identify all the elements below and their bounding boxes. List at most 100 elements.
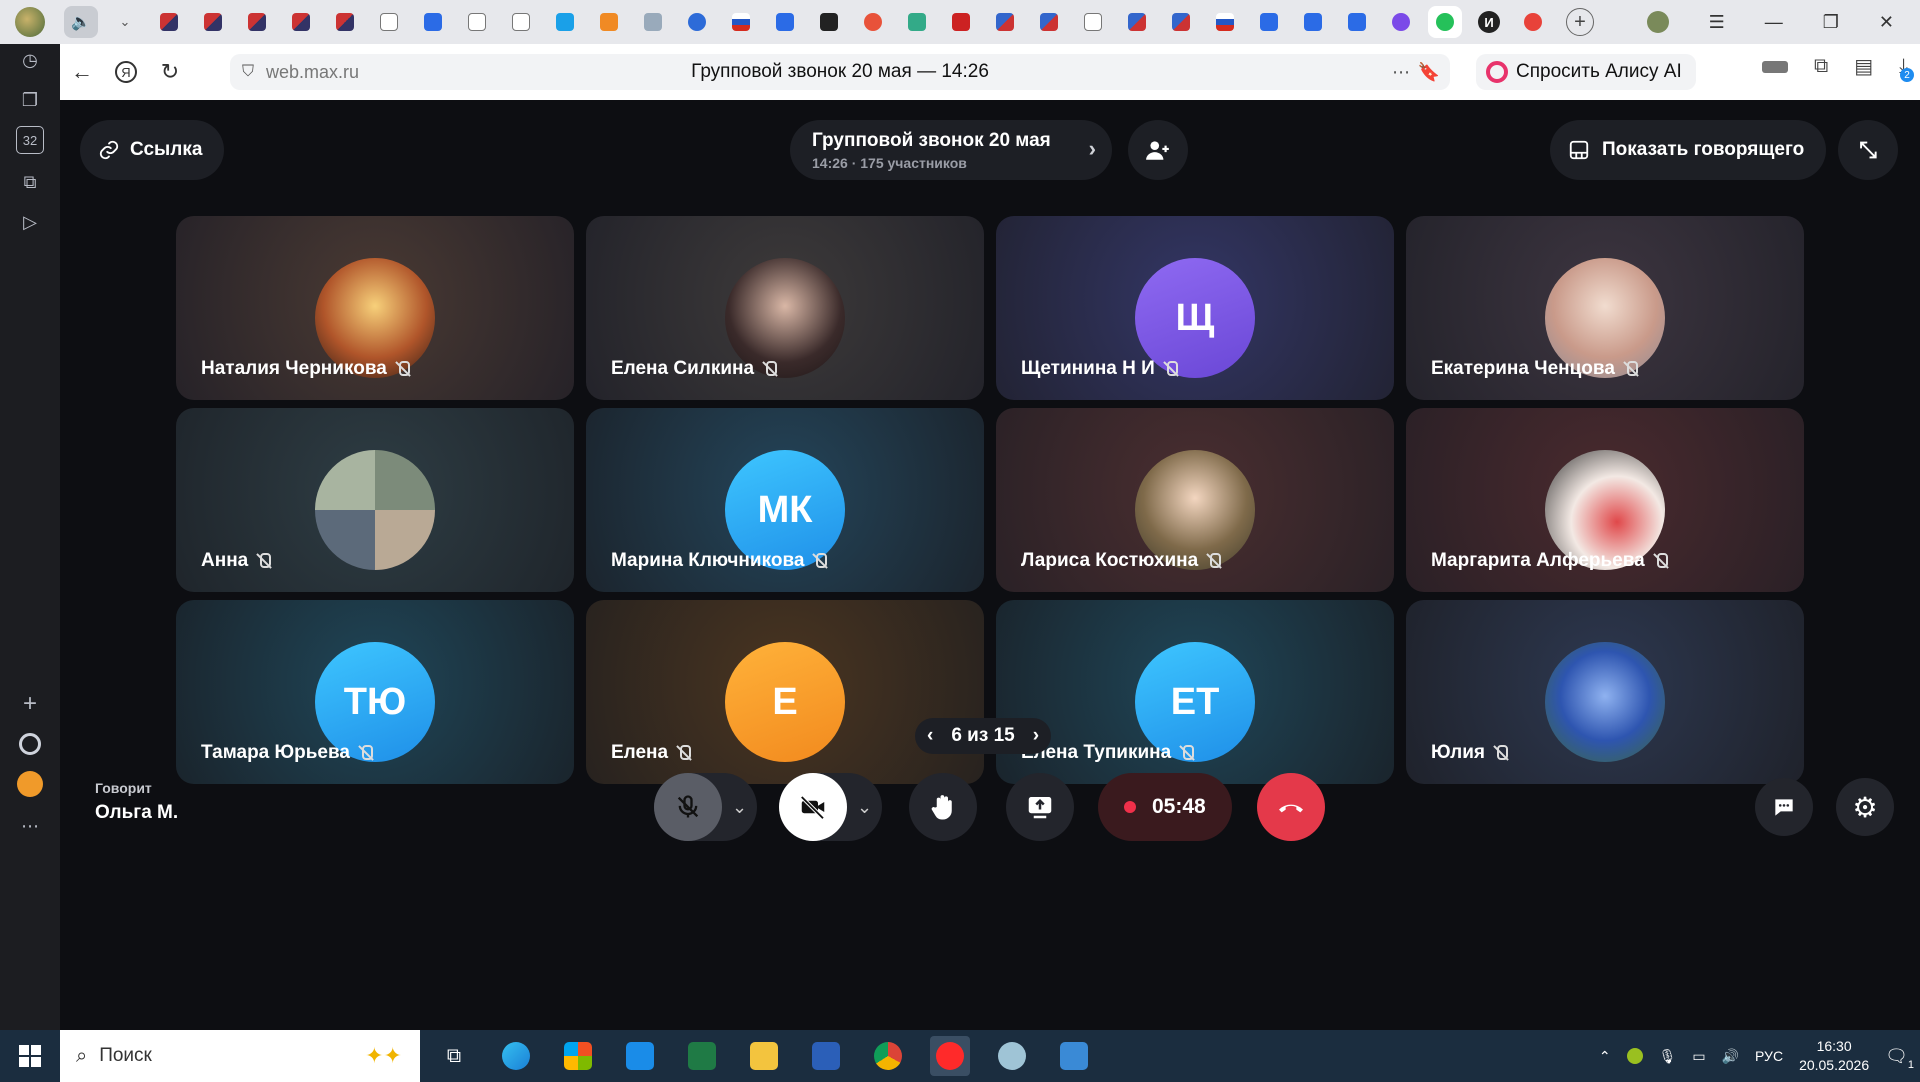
next-page-icon[interactable]: ›	[1033, 725, 1039, 747]
tab-item[interactable]	[152, 6, 186, 38]
participant-tile[interactable]: Анна	[176, 408, 574, 592]
restore-icon[interactable]: ❐	[1823, 12, 1839, 33]
participant-tile[interactable]: Щ Щетинина Н И	[996, 216, 1394, 400]
mail-icon[interactable]	[620, 1036, 660, 1076]
show-speaker-button[interactable]: Показать говорящего	[1550, 120, 1827, 180]
url-field[interactable]: ⛉ web.max.ru Групповой звонок 20 мая — 1…	[230, 54, 1450, 90]
tab-sound-icon[interactable]: 🔈	[64, 6, 98, 38]
edge-icon[interactable]	[496, 1036, 536, 1076]
tab-item[interactable]	[328, 6, 362, 38]
microphone-tray-icon[interactable]: 🎙	[1659, 1048, 1677, 1065]
call-info-button[interactable]: Групповой звонок 20 мая 14:26 · 175 учас…	[790, 120, 1112, 180]
participant-tile[interactable]: Екатерина Ченцова	[1406, 216, 1804, 400]
tab-item[interactable]	[1208, 6, 1242, 38]
more-icon[interactable]: ⋯	[16, 812, 44, 840]
extensions-icon[interactable]: ⧉	[1814, 55, 1828, 78]
participant-tile[interactable]: МК Марина Ключникова	[586, 408, 984, 592]
back-button[interactable]: ←	[60, 50, 104, 94]
tab-dropdown-icon[interactable]: ⌄	[108, 6, 142, 38]
camera-options-chevron-icon[interactable]: ⌄	[857, 797, 872, 818]
tab-item[interactable]	[812, 6, 846, 38]
tab-item[interactable]	[900, 6, 934, 38]
notifications-icon[interactable]: 🗨 1	[1885, 1046, 1914, 1071]
participant-tile[interactable]: Наталия Черникова	[176, 216, 574, 400]
menu-icon[interactable]: ☰	[1709, 12, 1725, 33]
vpn-icon[interactable]	[1761, 60, 1788, 73]
raise-hand-button[interactable]	[909, 773, 977, 841]
paint-icon[interactable]	[992, 1036, 1032, 1076]
clock[interactable]: 16:30 20.05.2026	[1799, 1037, 1869, 1075]
tab-item[interactable]	[284, 6, 318, 38]
taskbar-search[interactable]: ⌕ Поиск ✦✦	[60, 1030, 420, 1082]
minimize-call-button[interactable]: ⤡	[1838, 120, 1898, 180]
downloads-icon[interactable]: ⤓ 2	[1899, 55, 1914, 82]
ask-alice-button[interactable]: Спросить Алису AI	[1476, 54, 1696, 90]
recording-timer[interactable]: 05:48	[1098, 773, 1232, 841]
tab-item[interactable]	[1296, 6, 1330, 38]
new-tab-button[interactable]: +	[1566, 8, 1594, 36]
participant-tile[interactable]: ЕТ Елена Тупикина	[996, 600, 1394, 784]
end-call-button[interactable]	[1257, 773, 1325, 841]
mail-app-icon[interactable]	[16, 770, 44, 798]
task-view-icon[interactable]: ⧉	[434, 1036, 474, 1076]
word-icon[interactable]	[806, 1036, 846, 1076]
calendar-icon[interactable]: 32	[16, 126, 44, 154]
tab-item[interactable]	[416, 6, 450, 38]
start-button[interactable]	[0, 1045, 60, 1067]
more-dots-icon[interactable]: ⋯	[1392, 62, 1410, 83]
profile-avatar[interactable]	[0, 0, 60, 44]
yandex-home-button[interactable]: Я	[104, 50, 148, 94]
sidebar-toggle-icon[interactable]: ▤	[1854, 54, 1873, 79]
tab-item[interactable]	[1516, 6, 1550, 38]
participant-tile[interactable]: Лариса Костюхина	[996, 408, 1394, 592]
tab-item[interactable]	[196, 6, 230, 38]
tab-item[interactable]	[1076, 6, 1110, 38]
tab-item[interactable]	[636, 6, 670, 38]
bookmark-icon[interactable]: 🔖	[1418, 62, 1440, 83]
tab-item[interactable]	[548, 6, 582, 38]
tab-item[interactable]	[1252, 6, 1286, 38]
tab-item[interactable]	[1384, 6, 1418, 38]
tab-item[interactable]	[768, 6, 802, 38]
participant-tile[interactable]: ТЮ Тамара Юрьева	[176, 600, 574, 784]
tab-item[interactable]	[988, 6, 1022, 38]
history-icon[interactable]: ◷	[16, 46, 44, 74]
yandex-browser-icon[interactable]	[930, 1036, 970, 1076]
share-screen-button[interactable]	[1006, 773, 1074, 841]
camera-toggle-button[interactable]	[779, 773, 847, 841]
tab-item[interactable]	[504, 6, 538, 38]
participant-tile[interactable]: Елена Силкина	[586, 216, 984, 400]
tab-item[interactable]	[680, 6, 714, 38]
settings-button[interactable]: ⚙	[1836, 778, 1894, 836]
tab-item[interactable]	[1340, 6, 1374, 38]
volume-icon[interactable]: 🔊	[1722, 1048, 1739, 1065]
close-icon[interactable]: ✕	[1879, 12, 1894, 33]
tray-app-icon[interactable]	[1626, 1048, 1643, 1064]
tab-item[interactable]	[1164, 6, 1198, 38]
tab-item[interactable]	[240, 6, 274, 38]
participant-tile[interactable]: Маргарита Алферьева	[1406, 408, 1804, 592]
add-participant-button[interactable]	[1128, 120, 1188, 180]
photos-icon[interactable]	[1054, 1036, 1094, 1076]
battery-icon[interactable]: ▭	[1692, 1048, 1705, 1065]
tab-item[interactable]: И	[1472, 6, 1506, 38]
file-explorer-icon[interactable]	[744, 1036, 784, 1076]
chrome-icon[interactable]	[868, 1036, 908, 1076]
collections-icon[interactable]: ❐	[16, 86, 44, 114]
video-icon[interactable]: ▷	[16, 208, 44, 236]
tab-item[interactable]	[1032, 6, 1066, 38]
extension-avatar-icon[interactable]	[1646, 11, 1669, 33]
prev-page-icon[interactable]: ‹	[927, 725, 933, 747]
show-hidden-icons-icon[interactable]: ⌃	[1599, 1048, 1611, 1065]
screenshot-icon[interactable]: ⧉	[16, 168, 44, 196]
chat-button[interactable]	[1755, 778, 1813, 836]
add-panel-icon[interactable]: +	[16, 690, 44, 718]
participant-tile[interactable]: Юлия	[1406, 600, 1804, 784]
alice-icon[interactable]	[16, 730, 44, 758]
excel-icon[interactable]	[682, 1036, 722, 1076]
reload-button[interactable]: ↻	[148, 50, 192, 94]
copy-link-button[interactable]: Ссылка	[80, 120, 225, 180]
mic-toggle-button[interactable]	[654, 773, 722, 841]
mic-options-chevron-icon[interactable]: ⌄	[732, 797, 747, 818]
tab-item[interactable]	[460, 6, 494, 38]
